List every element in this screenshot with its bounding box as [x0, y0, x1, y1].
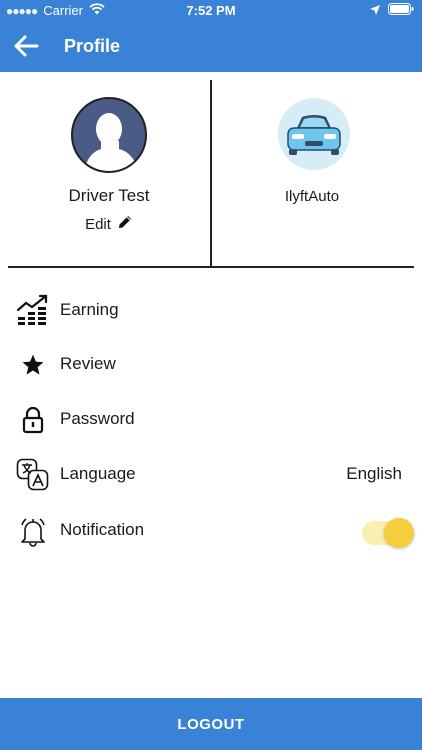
nav-bar: Profile [0, 28, 422, 68]
edit-profile-button[interactable]: Edit [0, 214, 218, 234]
menu-label-language: Language [60, 464, 136, 483]
arrow-left-icon [13, 35, 39, 62]
bell-icon [16, 514, 50, 548]
car-icon [287, 115, 341, 155]
menu-label-notification: Notification [60, 520, 145, 539]
back-button[interactable] [10, 32, 42, 64]
edit-label: Edit [85, 215, 111, 233]
pencil-icon [117, 214, 133, 234]
menu-item-earning[interactable]: Earning [0, 284, 422, 336]
menu-item-password[interactable]: Password [0, 393, 422, 445]
menu-item-notification[interactable]: Notification [0, 504, 422, 556]
lock-icon [16, 403, 50, 437]
car-image [278, 98, 350, 170]
menu-label-review: Review [60, 354, 116, 373]
earning-chart-icon [16, 294, 50, 328]
battery-icon [388, 3, 414, 18]
menu-item-review[interactable]: Review [0, 338, 422, 390]
logout-button[interactable]: LOGOUT [0, 698, 422, 750]
star-icon [16, 348, 50, 382]
car-name: IlyftAuto [284, 188, 340, 205]
location-arrow-icon [370, 3, 380, 18]
toggle-knob [384, 518, 414, 548]
horizontal-divider [8, 266, 414, 268]
status-time: 7:52 PM [186, 3, 236, 18]
app-header: ●●●●● Carrier 7:52 PM Profile [0, 0, 422, 72]
vehicle-profile: IlyftAuto [212, 72, 422, 268]
driver-profile: Driver Test Edit [0, 72, 210, 268]
vertical-divider [210, 80, 212, 268]
status-bar: ●●●●● Carrier 7:52 PM [0, 0, 422, 22]
driver-name: Driver Test [68, 186, 150, 205]
language-value[interactable]: English [346, 464, 402, 484]
driver-avatar[interactable] [71, 97, 147, 173]
page-title: Profile [64, 36, 121, 56]
menu-label-earning: Earning [60, 300, 119, 319]
menu-label-password: Password [60, 409, 135, 428]
translate-icon [16, 458, 50, 492]
menu-item-language[interactable]: Language English [0, 448, 422, 500]
person-silhouette-icon [83, 113, 139, 171]
notification-toggle[interactable] [362, 518, 414, 548]
